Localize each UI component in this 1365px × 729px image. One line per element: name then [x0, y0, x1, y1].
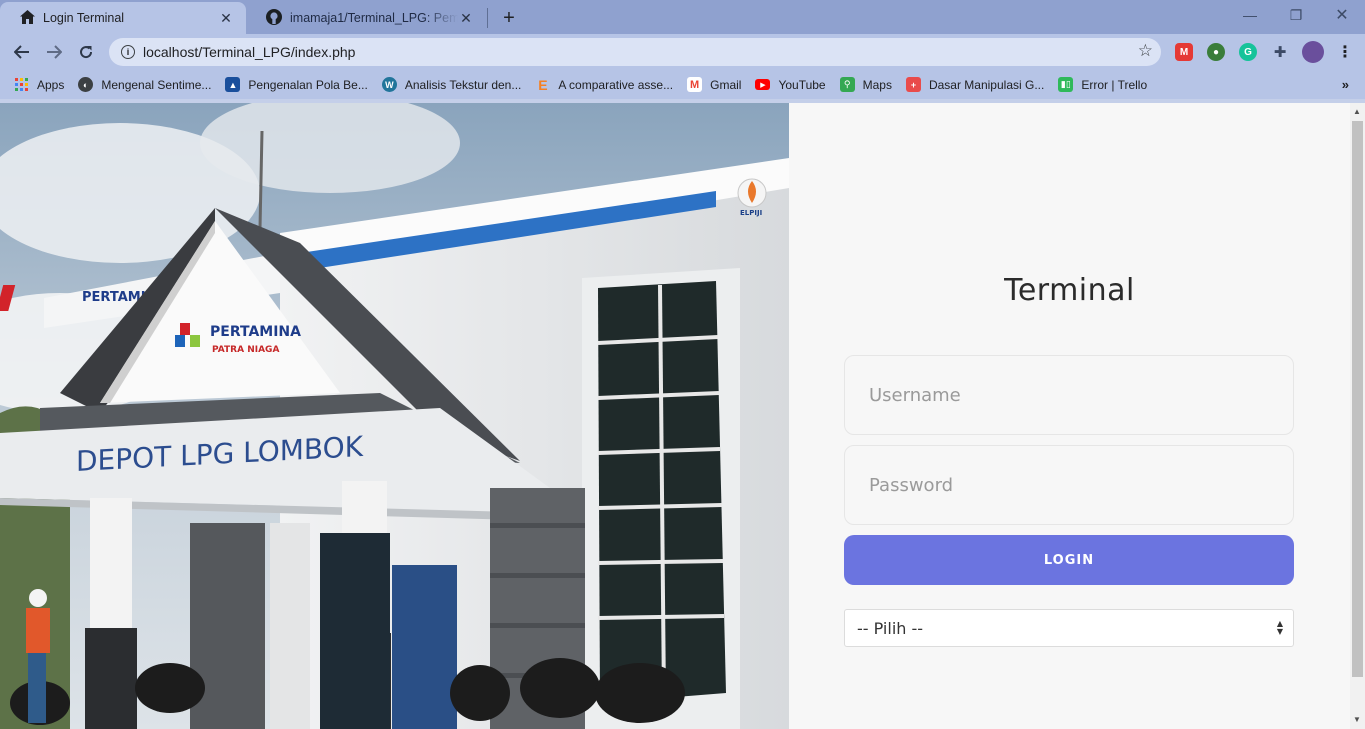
tab-github[interactable]: imamaja1/Terminal_LPG: Pembua ✕	[246, 2, 486, 34]
bookmark-maps[interactable]: ⚲ Maps	[839, 77, 892, 92]
plus-site-icon: +	[905, 77, 921, 92]
maps-icon: ⚲	[839, 77, 855, 92]
minimize-icon[interactable]: —	[1227, 0, 1273, 30]
globe-extension-icon[interactable]: ●	[1207, 43, 1225, 61]
login-panel: Terminal LOGIN -- Pilih -- ▲▼	[789, 103, 1350, 729]
extensions-puzzle-icon[interactable]: ✚	[1271, 43, 1289, 61]
apps-grid-icon	[14, 77, 29, 92]
hero-photo-depot-lpg-lombok: ELPIJI PERTAMINA PERTAMINA PATRA NIAGA D…	[0, 103, 789, 729]
terminal-select[interactable]: -- Pilih -- ▲ ▼	[844, 609, 1294, 647]
scroll-thumb[interactable]	[1352, 121, 1363, 677]
bookmark-comparative[interactable]: E A comparative asse...	[535, 76, 674, 93]
restore-icon[interactable]: ❐	[1273, 0, 1319, 30]
close-tab-icon[interactable]: ✕	[218, 10, 234, 26]
bookmark-label: Mengenal Sentime...	[101, 77, 212, 92]
bookmarks-bar: Apps ◐ Mengenal Sentime... ▲ Pengenalan …	[0, 70, 1365, 99]
bookmark-youtube[interactable]: ▶ YouTube	[755, 77, 826, 92]
page-scrollbar[interactable]: ▲ ▼	[1350, 103, 1365, 729]
trello-icon: ▮▯	[1058, 77, 1074, 92]
home-icon	[20, 9, 35, 27]
forward-arrow-icon[interactable]	[40, 38, 68, 66]
bookmark-dasar[interactable]: + Dasar Manipulasi G...	[905, 77, 1045, 92]
bookmark-analisis[interactable]: W Analisis Tekstur den...	[381, 77, 522, 92]
site-icon: ▲	[225, 77, 241, 92]
select-value: -- Pilih --	[857, 618, 924, 638]
back-arrow-icon[interactable]	[8, 38, 36, 66]
login-title: Terminal	[1004, 273, 1135, 308]
bookmark-label: Maps	[862, 77, 892, 92]
bookmark-mengenal[interactable]: ◐ Mengenal Sentime...	[78, 77, 211, 92]
close-window-icon[interactable]: ✕	[1319, 0, 1365, 30]
bookmark-label: YouTube	[778, 77, 826, 92]
globe-icon: ◐	[78, 77, 94, 92]
bookmarks-overflow-icon[interactable]: »	[1342, 77, 1349, 92]
profile-avatar[interactable]	[1302, 41, 1324, 63]
elsevier-icon: E	[538, 76, 548, 93]
bookmark-label: Gmail	[710, 77, 742, 92]
bookmark-label: Analisis Tekstur den...	[404, 77, 522, 92]
browser-toolbar: i localhost/Terminal_LPG/index.php ☆ M ●…	[0, 34, 1365, 70]
pertamina-gable-logo: PERTAMINA	[210, 324, 301, 340]
bookmark-label: Dasar Manipulasi G...	[928, 77, 1045, 92]
bookmark-label: A comparative asse...	[558, 77, 674, 92]
url-text: localhost/Terminal_LPG/index.php	[143, 44, 356, 60]
tab-title: Login Terminal	[43, 11, 125, 25]
login-button[interactable]: LOGIN	[844, 535, 1294, 585]
password-input[interactable]	[844, 445, 1294, 525]
tab-title: imamaja1/Terminal_LPG: Pembua	[290, 11, 458, 25]
bookmark-label: Error | Trello	[1081, 77, 1148, 92]
address-bar[interactable]: i localhost/Terminal_LPG/index.php ☆	[109, 38, 1161, 66]
username-input[interactable]	[844, 355, 1294, 435]
youtube-icon: ▶	[755, 79, 771, 90]
scroll-down-icon[interactable]: ▼	[1353, 715, 1361, 724]
page-content: ELPIJI PERTAMINA PERTAMINA PATRA NIAGA D…	[0, 103, 1350, 729]
menu-kebab-icon[interactable]: ⋮	[1336, 43, 1354, 61]
wordpress-icon: W	[381, 77, 397, 92]
grammarly-icon[interactable]: G	[1239, 43, 1257, 61]
bookmark-label: Pengenalan Pola Be...	[248, 77, 368, 92]
github-icon	[266, 8, 282, 28]
bookmark-apps[interactable]: Apps	[14, 77, 64, 92]
reload-icon[interactable]	[72, 38, 100, 66]
patra-niaga-text: PATRA NIAGA	[212, 345, 279, 355]
info-icon[interactable]: i	[121, 45, 135, 59]
tab-login-terminal[interactable]: Login Terminal ✕	[0, 2, 246, 34]
elpiji-logo-text: ELPIJI	[740, 209, 762, 217]
bookmark-star-icon[interactable]: ☆	[1138, 41, 1153, 61]
select-arrows-icon: ▲ ▼	[1276, 619, 1283, 636]
bookmark-label: Apps	[37, 77, 65, 92]
bookmark-pengenalan[interactable]: ▲ Pengenalan Pola Be...	[225, 77, 368, 92]
close-tab-icon[interactable]: ✕	[458, 10, 474, 26]
bookmark-trello[interactable]: ▮▯ Error | Trello	[1058, 77, 1147, 92]
new-tab-button[interactable]: +	[497, 6, 521, 30]
tab-strip: Login Terminal ✕ imamaja1/Terminal_LPG: …	[0, 0, 1365, 34]
gmail-icon: M	[687, 77, 703, 92]
tab-separator	[487, 8, 488, 28]
bookmark-gmail[interactable]: M Gmail	[687, 77, 741, 92]
scroll-up-icon[interactable]: ▲	[1353, 107, 1361, 116]
mendeley-extension-icon[interactable]: M	[1175, 43, 1193, 61]
